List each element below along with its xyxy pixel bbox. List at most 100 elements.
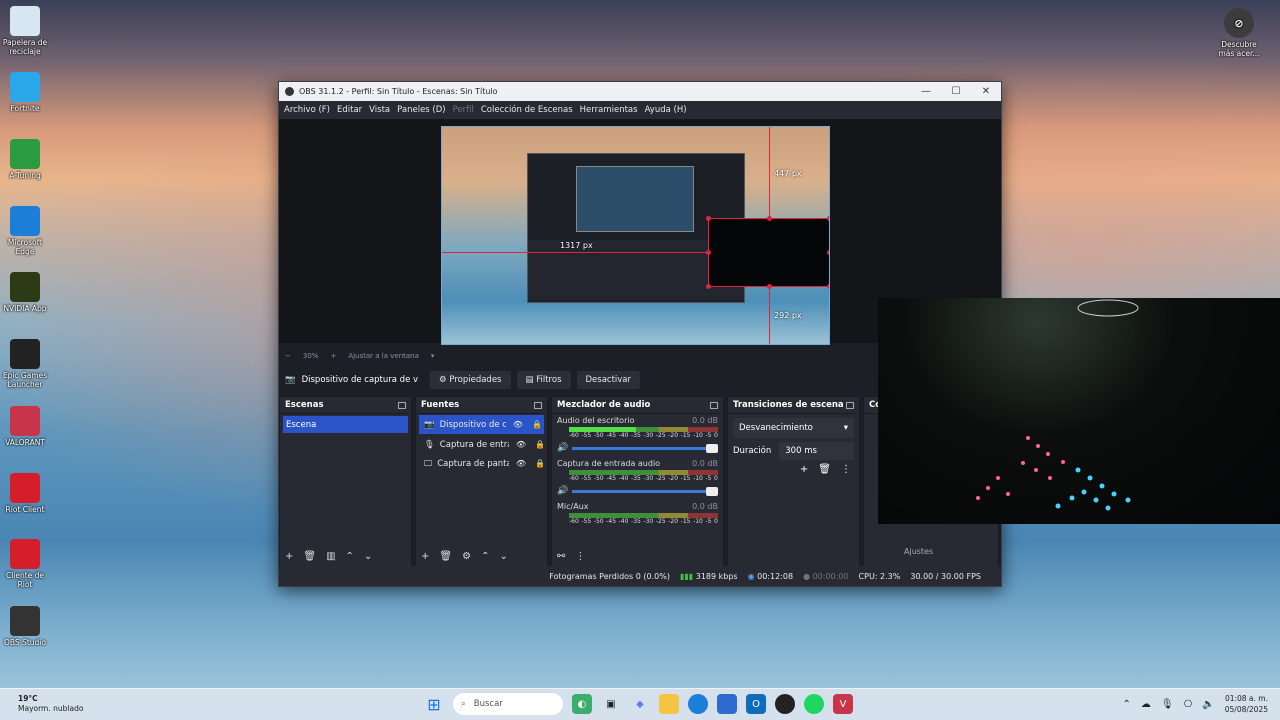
windows-start-icon[interactable]: ⊞ bbox=[424, 694, 444, 714]
duration-input[interactable]: 300 ms bbox=[779, 442, 854, 460]
menu-herramientas[interactable]: Herramientas bbox=[579, 105, 644, 115]
close-button[interactable]: ✕ bbox=[971, 86, 1001, 97]
desktop-icon[interactable]: A-Tuning bbox=[2, 139, 48, 180]
desktop-icon-descubre[interactable]: ⊘ Descubre más acer... bbox=[1214, 8, 1264, 58]
settings-button[interactable]: Ajustes bbox=[904, 547, 933, 556]
gear-icon[interactable]: ⚙ bbox=[462, 551, 471, 562]
desktop-icon[interactable]: VALORANT bbox=[2, 406, 48, 447]
volume-slider[interactable] bbox=[572, 486, 718, 496]
desktop-icon[interactable]: Epic Games Launcher bbox=[2, 339, 48, 389]
maximize-button[interactable]: ☐ bbox=[941, 86, 971, 97]
desktop-icon[interactable]: Fortnite bbox=[2, 72, 48, 113]
task-view-icon[interactable]: ▣ bbox=[601, 694, 621, 714]
source-item[interactable]: 🎙 Captura de entrad 👁 🔒 bbox=[416, 435, 547, 454]
obs-taskbar-icon[interactable] bbox=[775, 694, 795, 714]
zoom-out-button[interactable]: − bbox=[285, 352, 291, 360]
up-icon[interactable]: ⌃ bbox=[346, 551, 354, 562]
undock-icon[interactable] bbox=[398, 401, 406, 409]
copilot-icon[interactable]: ◐ bbox=[572, 694, 592, 714]
add-icon[interactable]: + bbox=[285, 551, 293, 562]
resize-handle[interactable] bbox=[706, 284, 711, 289]
taskbar-search[interactable]: ⌕ Buscar bbox=[453, 693, 563, 715]
add-icon[interactable]: + bbox=[800, 464, 808, 475]
valorant-taskbar-icon[interactable]: V bbox=[833, 694, 853, 714]
outlook-icon[interactable]: O bbox=[746, 694, 766, 714]
resize-handle[interactable] bbox=[827, 250, 829, 255]
network-icon[interactable]: ⎔ bbox=[1184, 699, 1193, 710]
down-icon[interactable]: ⌄ bbox=[499, 551, 507, 562]
file-explorer-icon[interactable] bbox=[659, 694, 679, 714]
scene-item[interactable]: Escena bbox=[283, 416, 408, 433]
meter-tick: 0 bbox=[714, 518, 718, 525]
filter-icon[interactable]: ▥ bbox=[326, 551, 335, 562]
transition-select[interactable]: Desvanecimiento ▾ bbox=[733, 418, 854, 438]
resize-handle[interactable] bbox=[706, 216, 711, 221]
resize-handle[interactable] bbox=[767, 284, 772, 289]
cloud-icon[interactable]: ☁ bbox=[1141, 699, 1151, 710]
down-icon[interactable]: ⌄ bbox=[364, 551, 372, 562]
deactivate-button[interactable]: Desactivar bbox=[576, 371, 641, 389]
more-icon[interactable]: ⋮ bbox=[841, 464, 851, 475]
add-icon[interactable]: + bbox=[421, 551, 429, 562]
source-item[interactable]: 🖵 Captura de pantal 👁 🔒 bbox=[416, 454, 547, 473]
undock-icon[interactable] bbox=[710, 401, 718, 409]
resize-handle[interactable] bbox=[706, 250, 711, 255]
eye-icon[interactable]: 👁 bbox=[511, 420, 525, 429]
preview-canvas[interactable]: 447 px 1317 px 292 px bbox=[441, 126, 830, 345]
menu-perfil[interactable]: Perfil bbox=[452, 105, 480, 115]
store-icon[interactable] bbox=[717, 694, 737, 714]
eye-icon[interactable]: 👁 bbox=[514, 459, 528, 468]
desktop-icon[interactable]: Papelera de reciclaje bbox=[2, 6, 48, 56]
up-icon[interactable]: ⌃ bbox=[481, 551, 489, 562]
properties-button[interactable]: ⚙ Propiedades bbox=[430, 371, 511, 389]
zoom-in-button[interactable]: + bbox=[330, 352, 336, 360]
resize-handle[interactable] bbox=[827, 216, 829, 221]
weather-widget[interactable]: 19°C Mayorm. nublado bbox=[18, 694, 83, 714]
spotify-icon[interactable] bbox=[804, 694, 824, 714]
desktop-icon-label: VALORANT bbox=[5, 438, 45, 447]
menu-editar[interactable]: Editar bbox=[336, 105, 368, 115]
menu-vista[interactable]: Vista bbox=[368, 105, 396, 115]
lock-icon[interactable]: 🔒 bbox=[530, 420, 544, 429]
desktop-icon[interactable]: NVIDIA App bbox=[2, 272, 48, 313]
clock[interactable]: 01:08 a. m. 05/08/2025 bbox=[1225, 693, 1268, 715]
menu-archivo[interactable]: Archivo (F) bbox=[283, 105, 336, 115]
eye-icon[interactable]: 👁 bbox=[514, 440, 528, 449]
desktop-icon[interactable]: Microsoft Edge bbox=[2, 206, 48, 256]
volume-slider-knob[interactable] bbox=[706, 486, 718, 496]
copilot-app-icon[interactable]: ◆ bbox=[630, 694, 650, 714]
edge-icon[interactable] bbox=[688, 694, 708, 714]
desktop-icon[interactable]: OBS Studio bbox=[2, 606, 48, 647]
zoom-fit[interactable]: Ajustar a la ventana bbox=[348, 352, 419, 360]
lock-icon[interactable]: 🔒 bbox=[533, 440, 547, 449]
undock-icon[interactable] bbox=[846, 401, 854, 409]
undock-icon[interactable] bbox=[534, 401, 542, 409]
filters-button[interactable]: ▤ Filtros bbox=[516, 371, 571, 389]
lock-icon[interactable]: 🔒 bbox=[533, 459, 547, 468]
desktop-icon[interactable]: Riot Client bbox=[2, 473, 48, 514]
volume-slider-knob[interactable] bbox=[706, 443, 718, 453]
trash-icon[interactable]: 🗑 bbox=[303, 551, 316, 562]
trash-icon[interactable]: 🗑 bbox=[818, 464, 831, 475]
volume-icon[interactable]: 🔈 bbox=[1202, 699, 1214, 710]
meter-tick: -45 bbox=[606, 518, 617, 525]
source-item[interactable]: 📷 Dispositivo de cap 👁 🔒 bbox=[419, 415, 544, 434]
menu-ayuda[interactable]: Ayuda (H) bbox=[644, 105, 693, 115]
zoom-dropdown-icon[interactable]: ▾ bbox=[431, 352, 435, 360]
link-icon[interactable]: ⚯ bbox=[557, 551, 565, 562]
speaker-icon[interactable]: 🔊 bbox=[557, 486, 568, 496]
speaker-icon[interactable]: 🔊 bbox=[557, 443, 568, 453]
more-icon[interactable]: ⋮ bbox=[575, 551, 585, 562]
meter-tick: -35 bbox=[631, 475, 641, 482]
volume-slider[interactable] bbox=[572, 443, 718, 453]
minimize-button[interactable]: — bbox=[911, 86, 941, 97]
resize-handle[interactable] bbox=[767, 216, 772, 221]
resize-handle[interactable] bbox=[827, 284, 829, 289]
selected-source-box[interactable] bbox=[706, 216, 829, 289]
menu-coleccion-escenas[interactable]: Colección de Escenas bbox=[480, 105, 579, 115]
mic-icon[interactable]: 🎙 bbox=[1161, 699, 1174, 710]
menu-paneles[interactable]: Paneles (D) bbox=[396, 105, 451, 115]
trash-icon[interactable]: 🗑 bbox=[439, 551, 452, 562]
desktop-icon[interactable]: Cliente de Riot bbox=[2, 539, 48, 589]
chevron-up-icon[interactable]: ⌃ bbox=[1122, 699, 1130, 710]
